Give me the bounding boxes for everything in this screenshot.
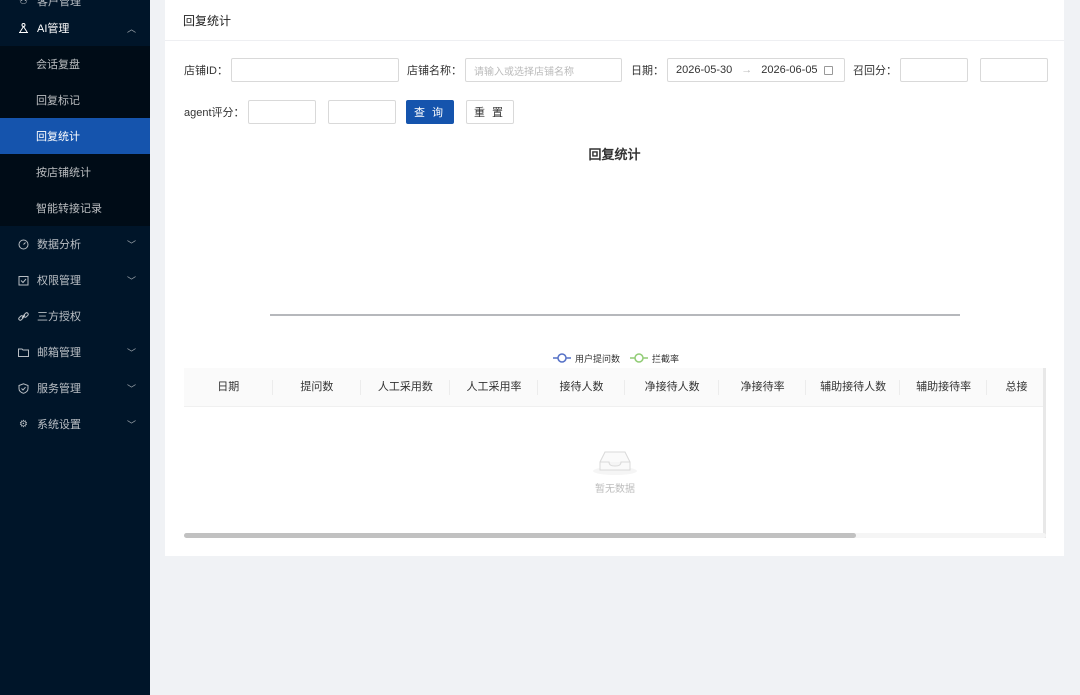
- sidebar-item-label: 智能转接记录: [36, 203, 102, 215]
- table-column-header: 净接待率: [719, 368, 806, 407]
- sidebar-item-service[interactable]: 服务管理 ﹀: [0, 370, 150, 406]
- user-icon: ⚇: [19, 0, 28, 7]
- stats-card: 回复统计 店铺ID： 店铺名称： 请输入或选择店铺名称 日期： 2026-05-…: [165, 0, 1064, 556]
- sidebar-item-label: AI管理: [37, 23, 70, 35]
- sidebar-item-reply-mark[interactable]: 回复标记: [0, 82, 150, 118]
- sidebar-item-label: 回复标记: [36, 95, 80, 107]
- sidebar-item-shop-stats[interactable]: 按店铺统计: [0, 154, 150, 190]
- empty-inbox-icon: [593, 451, 637, 475]
- link-icon: [18, 311, 29, 322]
- sidebar-item-transfer-records[interactable]: 智能转接记录: [0, 190, 150, 226]
- setting-icon: ⚙: [19, 418, 28, 430]
- legend-marker: [634, 353, 644, 363]
- sidebar-item-permissions[interactable]: 权限管理 ﹀: [0, 262, 150, 298]
- shield-icon: [18, 382, 29, 394]
- table-vertical-scrollbar[interactable]: [1043, 368, 1046, 538]
- sidebar-item-session-review[interactable]: 会话复盘: [0, 46, 150, 82]
- legend-marker: [557, 353, 567, 363]
- sidebar-item-reply-stats[interactable]: 回复统计: [0, 118, 150, 154]
- sidebar-item-label: 邮箱管理: [37, 347, 81, 359]
- sidebar-item-data-analysis[interactable]: 数据分析 ﹀: [0, 226, 150, 262]
- folder-icon: [18, 347, 29, 358]
- sidebar-item-label: 服务管理: [37, 383, 81, 395]
- sidebar-item-label: 权限管理: [37, 275, 81, 287]
- table-horizontal-scrollbar[interactable]: [184, 533, 1046, 538]
- legend-label: 用户提问数: [575, 353, 620, 364]
- table-column-header: 日期: [184, 368, 273, 407]
- table-column-header: 人工采用率: [450, 368, 539, 407]
- chevron-down-icon: ﹀: [126, 275, 136, 286]
- main-content: 回复统计 店铺ID： 店铺名称： 请输入或选择店铺名称 日期： 2026-05-…: [150, 0, 1080, 695]
- sidebar-item-label: 回复统计: [36, 131, 80, 143]
- sidebar-item-label: 数据分析: [37, 239, 81, 251]
- legend-item[interactable]: 用户提问数: [553, 353, 620, 364]
- empty-state: 暂无数据: [184, 407, 1046, 532]
- sidebar-item-third-party[interactable]: 三方授权: [0, 298, 150, 334]
- sidebar: ⚇ 客户管理 AI管理 ︿ 会话复盘 回复标记 回复统计 按店铺统计 智能转接记…: [0, 0, 150, 695]
- table-header: 日期 提问数 人工采用数 人工采用率 接待人数 净接待人数 净接待率 辅助接待人数 辅助接待率 总…: [184, 368, 1046, 407]
- chevron-down-icon: ﹀: [126, 239, 136, 250]
- sidebar-item-customer[interactable]: ⚇ 客户管理: [0, 0, 150, 10]
- table-column-header: 总接: [1005, 380, 1028, 393]
- sidebar-item-label: 三方授权: [37, 311, 81, 323]
- chevron-down-icon: ﹀: [126, 347, 136, 358]
- audit-icon: [18, 275, 29, 286]
- dashboard-icon: [18, 239, 29, 250]
- stats-table: 日期 提问数 人工采用数 人工采用率 接待人数 净接待人数 净接待率 辅助接待人数 辅助接待率 总…: [184, 368, 1046, 536]
- sidebar-item-ai[interactable]: AI管理 ︿: [0, 10, 150, 46]
- chevron-down-icon: ﹀: [126, 419, 136, 430]
- table-column-header: 辅助接待人数: [806, 368, 901, 407]
- table-column-header: 人工采用数: [361, 368, 450, 407]
- sidebar-item-label: 会话复盘: [36, 59, 80, 71]
- table-column-header: 净接待人数: [625, 368, 720, 407]
- legend-item[interactable]: 拦截率: [630, 353, 679, 364]
- scrollbar-thumb[interactable]: [184, 533, 856, 538]
- table-column-header: 提问数: [273, 368, 362, 407]
- table-column-header: 辅助接待率: [900, 368, 987, 407]
- empty-text: 暂无数据: [595, 484, 635, 495]
- table-column-header: 接待人数: [538, 368, 625, 407]
- legend-label: 拦截率: [652, 353, 679, 364]
- cluster-icon: [18, 22, 29, 34]
- chevron-up-icon: ︿: [126, 23, 136, 34]
- sidebar-item-mailbox[interactable]: 邮箱管理 ﹀: [0, 334, 150, 370]
- reply-stats-chart: 用户提问数 拦截率: [270, 314, 960, 364]
- sidebar-item-label: 按店铺统计: [36, 167, 91, 179]
- ai-submenu: 会话复盘 回复标记 回复统计 按店铺统计 智能转接记录: [0, 46, 150, 226]
- sidebar-item-label: 客户管理: [37, 0, 81, 8]
- chevron-down-icon: ﹀: [126, 383, 136, 394]
- sidebar-item-settings[interactable]: ⚙ 系统设置 ﹀: [0, 406, 150, 442]
- sidebar-item-label: 系统设置: [37, 419, 81, 431]
